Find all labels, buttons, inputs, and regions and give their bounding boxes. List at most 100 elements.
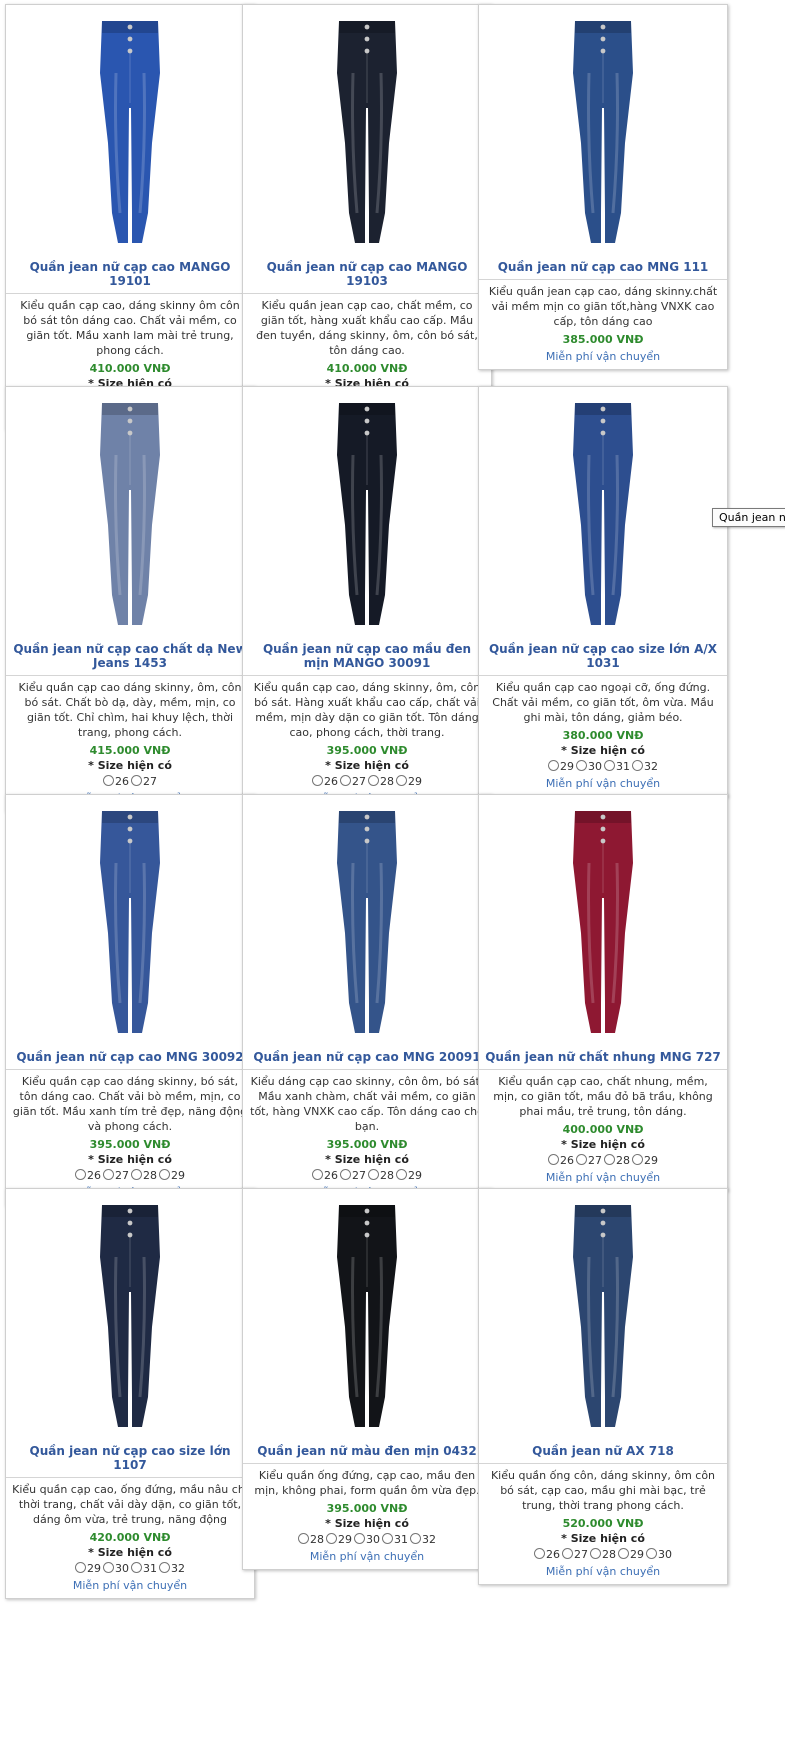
size-option[interactable]: 27 <box>576 1154 602 1167</box>
size-option[interactable]: 29 <box>159 1169 185 1182</box>
product-image[interactable] <box>479 5 727 260</box>
product-image[interactable] <box>243 5 491 260</box>
product-image[interactable] <box>243 795 491 1050</box>
size-option[interactable]: 29 <box>396 1169 422 1182</box>
size-radio[interactable] <box>103 1169 114 1180</box>
size-radio[interactable] <box>576 1154 587 1165</box>
size-radio[interactable] <box>590 1548 601 1559</box>
product-title[interactable]: Quần jean nữ cạp cao size lớn A/X 1031 <box>479 642 727 670</box>
size-radio[interactable] <box>340 775 351 786</box>
size-option[interactable]: 26 <box>312 1169 338 1182</box>
size-option[interactable]: 27 <box>562 1548 588 1561</box>
size-option[interactable]: 30 <box>576 760 602 773</box>
size-option[interactable]: 31 <box>604 760 630 773</box>
size-radio[interactable] <box>548 760 559 771</box>
size-radio[interactable] <box>312 775 323 786</box>
size-option[interactable]: 26 <box>548 1154 574 1167</box>
size-option[interactable]: 30 <box>103 1562 129 1575</box>
product-title[interactable]: Quần jean nữ cạp cao MNG 20091 <box>243 1050 491 1064</box>
product-title[interactable]: Quần jean nữ chất nhung MNG 727 <box>479 1050 727 1064</box>
product-title[interactable]: Quần jean nữ cạp cao chất dạ New Jeans 1… <box>6 642 254 670</box>
size-radio[interactable] <box>75 1562 86 1573</box>
size-radio[interactable] <box>326 1533 337 1544</box>
size-radio[interactable] <box>382 1533 393 1544</box>
size-radio[interactable] <box>548 1154 559 1165</box>
free-shipping-link[interactable]: Miễn phí vận chuyển <box>479 350 727 369</box>
size-radio[interactable] <box>604 1154 615 1165</box>
size-radio[interactable] <box>131 1562 142 1573</box>
size-radio[interactable] <box>340 1169 351 1180</box>
product-image[interactable] <box>6 795 254 1050</box>
product-title[interactable]: Quần jean nữ màu đen mịn 0432 <box>243 1444 491 1458</box>
product-image[interactable] <box>243 387 491 642</box>
size-option[interactable]: 28 <box>590 1548 616 1561</box>
size-option[interactable]: 29 <box>75 1562 101 1575</box>
size-option[interactable]: 28 <box>368 775 394 788</box>
size-radio[interactable] <box>576 760 587 771</box>
size-radio[interactable] <box>159 1562 170 1573</box>
size-option[interactable]: 29 <box>632 1154 658 1167</box>
size-radio[interactable] <box>396 1169 407 1180</box>
size-option[interactable]: 26 <box>312 775 338 788</box>
free-shipping-link[interactable]: Miễn phí vận chuyển <box>243 1550 491 1569</box>
product-title[interactable]: Quần jean nữ cạp cao MNG 30092 <box>6 1050 254 1064</box>
size-radio[interactable] <box>368 1169 379 1180</box>
size-radio[interactable] <box>646 1548 657 1559</box>
size-radio[interactable] <box>312 1169 323 1180</box>
size-radio[interactable] <box>604 760 615 771</box>
size-radio[interactable] <box>75 1169 86 1180</box>
product-title[interactable]: Quần jean nữ cạp cao MNG 111 <box>479 260 727 274</box>
size-radio[interactable] <box>410 1533 421 1544</box>
product-title[interactable]: Quần jean nữ cạp cao size lớn 1107 <box>6 1444 254 1472</box>
product-image[interactable] <box>479 387 727 642</box>
product-image[interactable] <box>243 1189 491 1444</box>
size-option[interactable]: 32 <box>632 760 658 773</box>
free-shipping-link[interactable]: Miễn phí vận chuyển <box>6 1579 254 1598</box>
size-radio[interactable] <box>131 1169 142 1180</box>
size-option[interactable]: 26 <box>534 1548 560 1561</box>
size-option[interactable]: 27 <box>103 1169 129 1182</box>
free-shipping-link[interactable]: Miễn phí vận chuyển <box>479 1565 727 1584</box>
size-option[interactable]: 29 <box>396 775 422 788</box>
size-option[interactable]: 28 <box>368 1169 394 1182</box>
size-radio[interactable] <box>131 775 142 786</box>
size-option[interactable]: 30 <box>646 1548 672 1561</box>
size-radio[interactable] <box>354 1533 365 1544</box>
size-option[interactable]: 28 <box>298 1533 324 1546</box>
size-option[interactable]: 29 <box>618 1548 644 1561</box>
product-title[interactable]: Quần jean nữ cạp cao mầu đen mịn MANGO 3… <box>243 642 491 670</box>
size-option[interactable]: 27 <box>131 775 157 788</box>
size-option[interactable]: 31 <box>131 1562 157 1575</box>
size-option[interactable]: 31 <box>382 1533 408 1546</box>
size-option[interactable]: 29 <box>548 760 574 773</box>
size-radio[interactable] <box>159 1169 170 1180</box>
size-radio[interactable] <box>103 775 114 786</box>
product-image[interactable] <box>479 1189 727 1444</box>
size-radio[interactable] <box>396 775 407 786</box>
product-image[interactable] <box>6 5 254 260</box>
size-radio[interactable] <box>534 1548 545 1559</box>
product-title[interactable]: Quần jean nữ cạp cao MANGO 19103 <box>243 260 491 288</box>
size-option[interactable]: 28 <box>131 1169 157 1182</box>
size-option[interactable]: 27 <box>340 775 366 788</box>
size-radio[interactable] <box>103 1562 114 1573</box>
size-option[interactable]: 30 <box>354 1533 380 1546</box>
size-option[interactable]: 32 <box>410 1533 436 1546</box>
size-option[interactable]: 26 <box>75 1169 101 1182</box>
size-radio[interactable] <box>632 760 643 771</box>
size-radio[interactable] <box>562 1548 573 1559</box>
size-option[interactable]: 32 <box>159 1562 185 1575</box>
size-option[interactable]: 28 <box>604 1154 630 1167</box>
size-option[interactable]: 27 <box>340 1169 366 1182</box>
size-option[interactable]: 26 <box>103 775 129 788</box>
size-radio[interactable] <box>632 1154 643 1165</box>
product-image[interactable] <box>6 1189 254 1444</box>
size-option[interactable]: 29 <box>326 1533 352 1546</box>
product-image[interactable] <box>479 795 727 1050</box>
product-title[interactable]: Quần jean nữ AX 718 <box>479 1444 727 1458</box>
product-image[interactable] <box>6 387 254 642</box>
size-radio[interactable] <box>368 775 379 786</box>
size-radio[interactable] <box>298 1533 309 1544</box>
product-title[interactable]: Quần jean nữ cạp cao MANGO 19101 <box>6 260 254 288</box>
size-radio[interactable] <box>618 1548 629 1559</box>
